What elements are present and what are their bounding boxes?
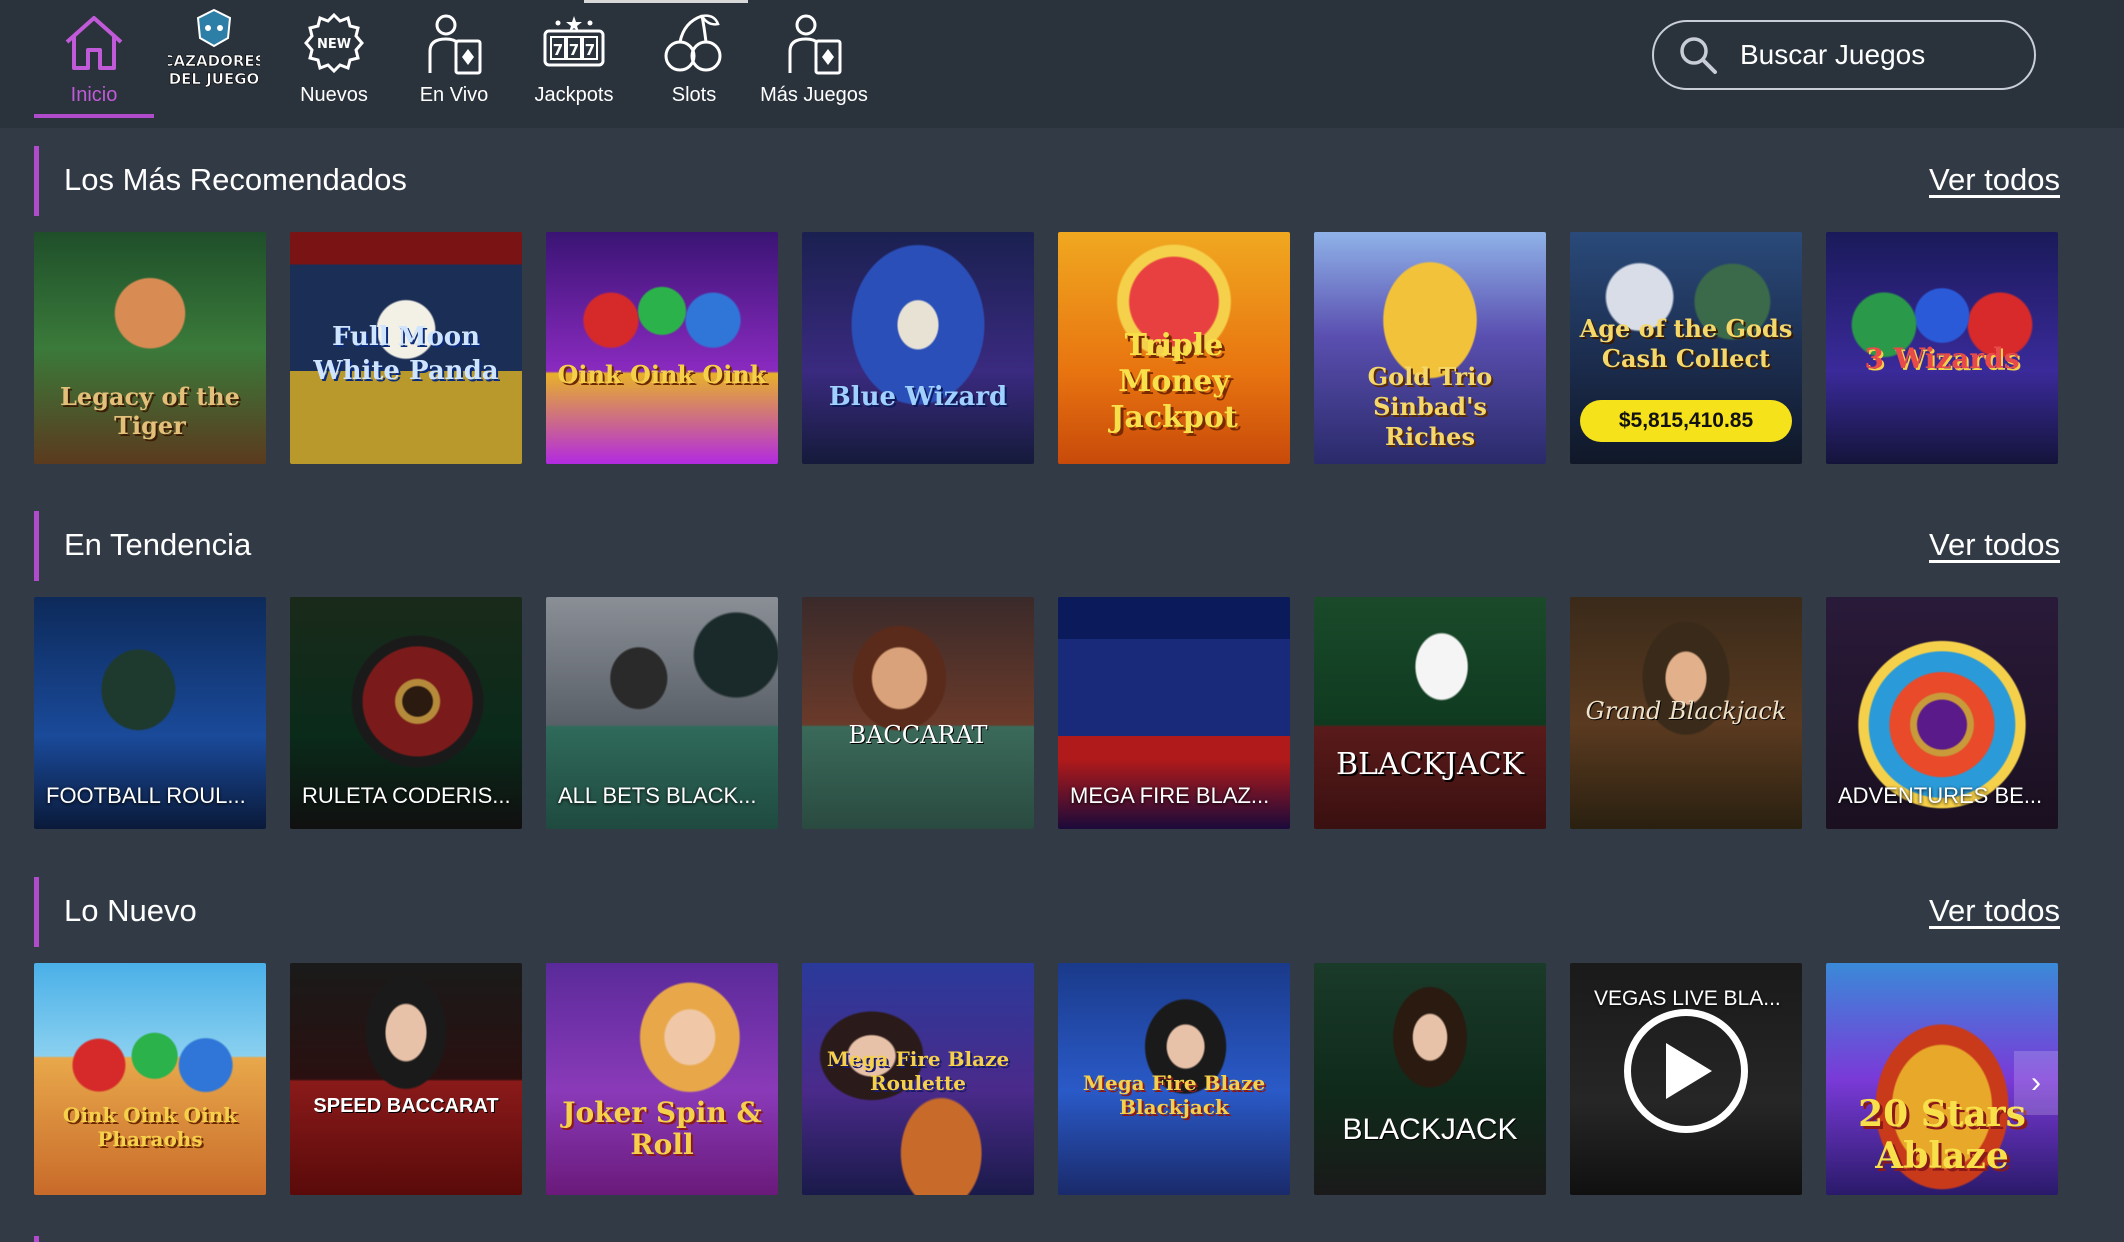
section-accent-bar <box>34 146 39 216</box>
game-tile-mega-fire-blaze-blackjack[interactable]: Mega Fire Blaze Blackjack <box>1058 963 1290 1195</box>
game-tile-premium-blackjack[interactable]: BLACKJACK <box>1314 597 1546 829</box>
game-caption: ADVENTURES BE... <box>1838 783 2043 808</box>
game-tile-football-roulette[interactable]: FOOTBALL ROUL... <box>34 597 266 829</box>
game-caption: VEGAS LIVE BLA... <box>1594 987 1781 1010</box>
game-caption: RULETA CODERIS... <box>302 783 511 808</box>
cherries-icon <box>659 8 729 78</box>
ver-todos-link[interactable]: Ver todos <box>1929 162 2060 198</box>
svg-text:7: 7 <box>569 41 579 59</box>
game-art-title: BLACKJACK <box>1342 1113 1518 1146</box>
nav-item-en-vivo[interactable]: En Vivo <box>394 0 514 118</box>
game-art-title: Oink Oink Oink Pharaohs <box>62 1103 238 1151</box>
game-art-title: Gold Trio Sinbad's Riches <box>1367 362 1493 451</box>
section-title: En Tendencia <box>64 527 252 562</box>
nav-item-slots[interactable]: Slots <box>634 0 754 118</box>
game-tile-gold-trio[interactable]: Gold Trio Sinbad's Riches <box>1314 232 1546 464</box>
chevron-right-icon: › <box>2031 1066 2041 1099</box>
game-tile-joker-spin-and-roll[interactable]: Joker Spin & Roll <box>546 963 778 1195</box>
game-art-title: Blue Wizard <box>828 382 1008 412</box>
game-tile-20-stars-ablaze[interactable]: 20 Stars Ablaze › <box>1826 963 2058 1195</box>
svg-text:NEW: NEW <box>317 37 351 52</box>
game-art-title: Mega Fire Blaze Blackjack <box>1082 1071 1266 1119</box>
game-art-title: Grand Blackjack <box>1585 697 1787 725</box>
svg-text:7: 7 <box>585 41 595 59</box>
game-tile-grand-blackjack[interactable]: Grand Blackjack <box>1570 597 1802 829</box>
section-title: Los Más Recomendados <box>64 162 407 197</box>
game-tile-triple-money-jackpot[interactable]: Triple Money Jackpot <box>1058 232 1290 464</box>
game-tile-vegas-live-blackjack[interactable]: VEGAS LIVE BLA... <box>1570 963 1802 1195</box>
section-title: Lo Nuevo <box>64 893 197 928</box>
ver-todos-link[interactable]: Ver todos <box>1929 527 2060 563</box>
game-tile-full-moon-white-panda[interactable]: Full Moon White Panda <box>290 232 522 464</box>
game-tile-speed-baccarat[interactable]: SPEED BACCARAT <box>290 963 522 1195</box>
jackpot-amount-badge: $5,815,410.85 <box>1580 400 1792 442</box>
game-art-title: BACCARAT <box>848 721 988 749</box>
top-navigation-bar: Inicio CAZADORES DEL JUEGO NEW Nuevos En… <box>0 0 2124 128</box>
nav-item-nuevos[interactable]: NEW Nuevos <box>274 0 394 118</box>
nav-label: Más Juegos <box>760 84 868 106</box>
main-nav: Inicio CAZADORES DEL JUEGO NEW Nuevos En… <box>34 0 874 128</box>
game-tile-mega-fire-blaze-roulette[interactable]: Mega Fire Blaze Roulette <box>802 963 1034 1195</box>
search-placeholder: Buscar Juegos <box>1740 39 1926 70</box>
game-row: FOOTBALL ROUL... RULETA CODERIS... ALL B… <box>34 597 2058 829</box>
game-art-title: Full Moon White Panda <box>313 322 499 386</box>
cazadores-del-juego-logo: CAZADORES DEL JUEGO <box>168 8 260 100</box>
game-tile-ruleta-coderis[interactable]: RULETA CODERIS... <box>290 597 522 829</box>
game-art-title: BLACKJACK <box>1335 747 1525 782</box>
game-art-title: Joker Spin & Roll <box>562 1096 762 1161</box>
game-caption: MEGA FIRE BLAZ... <box>1070 783 1270 808</box>
search-input[interactable]: Buscar Juegos <box>1652 20 2036 90</box>
game-tile-age-of-the-gods[interactable]: Age of the Gods Cash Collect $5,815,410.… <box>1570 232 1802 464</box>
game-art-title: Oink Oink Oink <box>557 360 767 389</box>
section-accent-bar <box>34 511 39 581</box>
nav-item-jackpots[interactable]: 777 Jackpots <box>514 0 634 118</box>
nav-label: Nuevos <box>300 84 368 106</box>
new-badge-icon: NEW <box>299 8 369 78</box>
nav-label: En Vivo <box>419 84 489 106</box>
search-icon <box>1680 37 1717 74</box>
game-tile-baccarat[interactable]: BACCARAT <box>802 597 1034 829</box>
ver-todos-link[interactable]: Ver todos <box>1929 893 2060 929</box>
game-row: Legacy of the Tiger Full Moon White Pand… <box>34 232 2058 464</box>
svg-text:CAZADORES: CAZADORES <box>168 52 260 70</box>
game-tile-3-wizards[interactable]: 3 Wizards <box>1826 232 2058 464</box>
carousel-next-button[interactable]: › <box>2014 1051 2058 1115</box>
play-icon <box>1666 1043 1712 1099</box>
game-caption: ALL BETS BLACK... <box>558 783 757 808</box>
game-caption: FOOTBALL ROUL... <box>46 783 246 808</box>
game-art-title: Mega Fire Blaze Roulette <box>826 1047 1010 1095</box>
game-tile-mega-fire-blaze[interactable]: MEGA FIRE BLAZ... <box>1058 597 1290 829</box>
game-art-title: Age of the Gods Cash Collect <box>1579 314 1793 373</box>
section-accent-bar <box>34 877 39 947</box>
game-art-title: SPEED BACCARAT <box>313 1095 499 1117</box>
slot-777-icon: 777 <box>539 8 609 78</box>
live-dealer-icon <box>419 8 489 78</box>
game-tile-oink-oink-oink[interactable]: Oink Oink Oink <box>546 232 778 464</box>
game-tile-blackjack-live-las-vegas[interactable]: BLACKJACK <box>1314 963 1546 1195</box>
game-tile-oink-pharaohs[interactable]: Oink Oink Oink Pharaohs <box>34 963 266 1195</box>
game-tile-all-bets-blackjack[interactable]: ALL BETS BLACK... <box>546 597 778 829</box>
nav-item-cazadores-logo[interactable]: CAZADORES DEL JUEGO <box>154 0 274 118</box>
game-art-title: Triple Money Jackpot <box>1110 328 1238 435</box>
nav-label: Slots <box>671 84 717 106</box>
game-row: Oink Oink Oink Pharaohs SPEED BACCARAT J… <box>34 963 2058 1195</box>
game-tile-blue-wizard[interactable]: Blue Wizard <box>802 232 1034 464</box>
nav-label: Jackpots <box>534 84 614 106</box>
game-tile-adventures-beyond-wonderland[interactable]: ADVENTURES BE... <box>1826 597 2058 829</box>
more-games-icon <box>779 8 849 78</box>
section-accent-bar <box>34 1236 39 1242</box>
nav-item-mas-juegos[interactable]: Más Juegos <box>754 0 874 118</box>
svg-text:7: 7 <box>553 41 563 59</box>
nav-item-inicio[interactable]: Inicio <box>34 0 154 118</box>
game-art-title: Legacy of the Tiger <box>60 382 240 440</box>
game-tile-legacy-of-the-tiger[interactable]: Legacy of the Tiger <box>34 232 266 464</box>
home-icon <box>59 8 129 78</box>
play-video-button[interactable] <box>1624 1009 1748 1133</box>
game-art-title: 3 Wizards <box>1864 342 2020 375</box>
nav-label: Inicio <box>70 84 118 106</box>
svg-text:DEL JUEGO: DEL JUEGO <box>169 70 260 88</box>
